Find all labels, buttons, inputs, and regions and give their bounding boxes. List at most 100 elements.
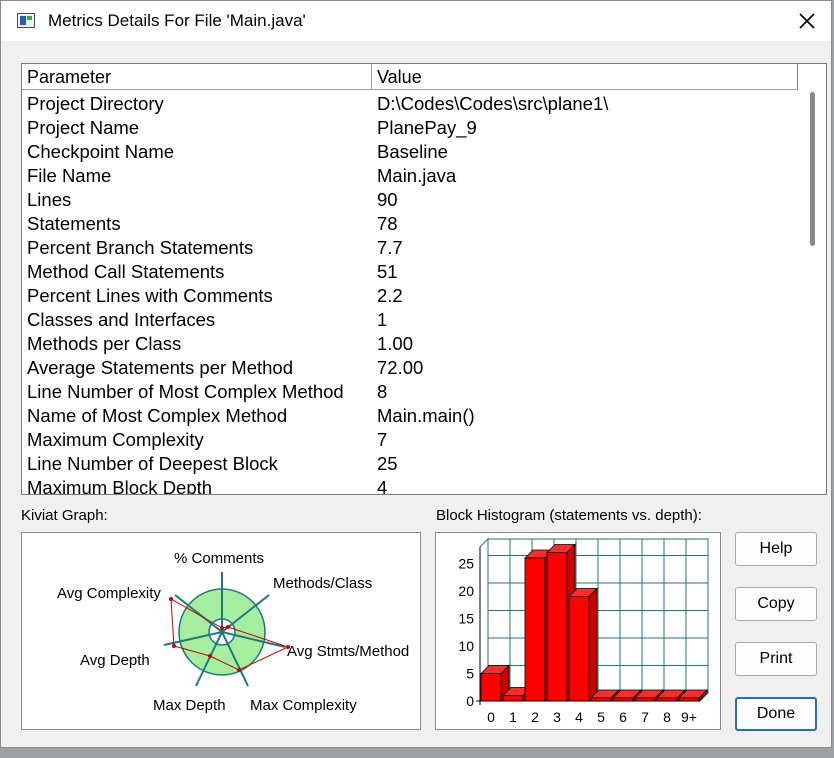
- row-value: Main.main(): [377, 405, 475, 426]
- row-parameter: Percent Branch Statements: [27, 237, 254, 258]
- copy-button[interactable]: Copy: [735, 587, 817, 621]
- kiviat-axis-max-depth: Max Depth: [153, 697, 226, 714]
- table-row[interactable]: Average Statements per Method 72.00: [22, 356, 798, 380]
- row-parameter: Method Call Statements: [27, 261, 225, 282]
- table-header: Parameter Value: [22, 64, 798, 91]
- histogram-xtick-label: 0: [487, 709, 495, 725]
- table-row[interactable]: Maximum Complexity 7: [22, 428, 798, 452]
- row-parameter: Classes and Interfaces: [27, 309, 216, 330]
- block-histogram: 0 5 10 15 20 25 0 1 2 3 4 5 6 7 8 9+: [435, 532, 721, 730]
- row-parameter: Line Number of Most Complex Method: [27, 381, 344, 402]
- column-header-parameter[interactable]: Parameter: [22, 64, 372, 90]
- table-row[interactable]: Checkpoint Name Baseline: [22, 140, 798, 164]
- histogram-xtick-label: 6: [619, 709, 627, 725]
- table-row[interactable]: Percent Branch Statements 7.7: [22, 236, 798, 260]
- histogram-xtick-label: 7: [641, 709, 649, 725]
- kiviat-axis-comments: % Comments: [174, 550, 265, 567]
- row-parameter: Lines: [27, 189, 72, 210]
- row-parameter: Name of Most Complex Method: [27, 405, 288, 426]
- histogram-xtick-label: 4: [575, 709, 583, 725]
- histogram-bar: [612, 697, 634, 702]
- table-row[interactable]: Lines 90: [22, 188, 798, 212]
- histogram-ytick-label: 0: [466, 693, 474, 709]
- histogram-xtick-label: 8: [663, 709, 671, 725]
- row-value: 7.7: [377, 237, 403, 258]
- histogram-xtick-label: 3: [553, 709, 561, 725]
- print-button[interactable]: Print: [735, 642, 817, 676]
- histogram-bar: [502, 695, 524, 702]
- table-row[interactable]: Statements 78: [22, 212, 798, 236]
- kiviat-axis-methods-class: Methods/Class: [273, 575, 373, 592]
- histogram-bar-side: [588, 587, 598, 702]
- row-parameter: Maximum Complexity: [27, 429, 204, 450]
- histogram-bar: [568, 596, 590, 702]
- column-header-value[interactable]: Value: [372, 64, 798, 90]
- histogram-ytick-label: 20: [458, 583, 474, 599]
- histogram-bar: [480, 673, 502, 702]
- table-row[interactable]: Methods per Class 1.00: [22, 332, 798, 356]
- histogram-bar: [634, 697, 656, 702]
- row-value: PlanePay_9: [377, 117, 477, 138]
- table-row[interactable]: Method Call Statements 51: [22, 260, 798, 284]
- histogram-svg: 05101520250 1 2 3 4 5 6 7 8 9+: [458, 537, 710, 725]
- vertical-scrollbar[interactable]: [798, 64, 826, 494]
- close-icon: [799, 13, 815, 29]
- row-value: 7: [377, 429, 388, 450]
- row-value: 90: [377, 189, 398, 210]
- row-value: 1: [377, 309, 388, 330]
- histogram-bar: [656, 697, 678, 702]
- kiviat-graph-label: Kiviat Graph:: [21, 507, 108, 524]
- row-parameter: Project Name: [27, 117, 140, 138]
- close-button[interactable]: [783, 1, 831, 41]
- app-icon: [17, 13, 35, 28]
- histogram-xtick-label: 1: [509, 709, 517, 725]
- row-value: 8: [377, 381, 388, 402]
- row-parameter: Line Number of Deepest Block: [27, 453, 278, 474]
- row-value: 72.00: [377, 357, 424, 378]
- table-row[interactable]: File Name Main.java: [22, 164, 798, 188]
- kiviat-axis-avg-stmts: Avg Stmts/Method: [287, 643, 410, 660]
- table-row[interactable]: Classes and Interfaces 1: [22, 308, 798, 332]
- table-body: Project Directory D:\Codes\Codes\src\plan…: [22, 92, 798, 495]
- kiviat-axis-avg-depth: Avg Depth: [80, 652, 150, 669]
- row-parameter: Percent Lines with Comments: [27, 285, 273, 306]
- row-value: 2.2: [377, 285, 403, 306]
- scrollbar-thumb[interactable]: [810, 92, 815, 246]
- help-button[interactable]: Help: [735, 532, 817, 566]
- kiviat-graph: % Comments Methods/Class Avg Stmts/Metho…: [21, 532, 421, 730]
- histogram-bar: [546, 552, 568, 702]
- table-row[interactable]: Name of Most Complex Method Main.main(): [22, 404, 798, 428]
- histogram-xtick-label: 2: [531, 709, 539, 725]
- row-parameter: File Name: [27, 165, 112, 186]
- table-row[interactable]: Percent Lines with Comments 2.2: [22, 284, 798, 308]
- metrics-table[interactable]: Parameter Value Project Directory D:\Code…: [21, 63, 827, 495]
- window-title: Metrics Details For File 'Main.java': [48, 11, 306, 30]
- histogram-bar: [678, 697, 700, 702]
- table-row[interactable]: Project Name PlanePay_9: [22, 116, 798, 140]
- row-parameter: Methods per Class: [27, 333, 182, 354]
- histogram-ytick-label: 25: [458, 556, 474, 572]
- row-value: 25: [377, 453, 398, 474]
- table-row[interactable]: Project Directory D:\Codes\Codes\src\plan…: [22, 92, 798, 116]
- row-parameter: Maximum Block Depth: [27, 477, 213, 495]
- row-value: Baseline: [377, 141, 448, 162]
- row-value: 4: [377, 477, 388, 495]
- row-parameter: Project Directory: [27, 93, 164, 114]
- table-row[interactable]: Maximum Block Depth 4: [22, 476, 798, 495]
- table-row[interactable]: Line Number of Most Complex Method 8: [22, 380, 798, 404]
- row-parameter: Statements: [27, 213, 121, 234]
- row-value: Main.java: [377, 165, 457, 186]
- table-row[interactable]: Line Number of Deepest Block 25: [22, 452, 798, 476]
- histogram-xtick-label: 9+: [681, 709, 697, 725]
- histogram-ytick-label: 5: [466, 666, 474, 682]
- histogram-bar: [590, 697, 612, 702]
- done-button[interactable]: Done: [735, 697, 817, 731]
- title-bar: Metrics Details For File 'Main.java': [1, 1, 831, 41]
- row-value: 1.00: [377, 333, 414, 354]
- metrics-dialog: Metrics Details For File 'Main.java' Par…: [0, 0, 832, 748]
- row-value: D:\Codes\Codes\src\plane1\: [377, 93, 609, 114]
- histogram-bar: [524, 557, 546, 702]
- histogram-label: Block Histogram (statements vs. depth):: [436, 507, 702, 524]
- histogram-ytick-label: 10: [458, 638, 474, 654]
- row-parameter: Average Statements per Method: [27, 357, 294, 378]
